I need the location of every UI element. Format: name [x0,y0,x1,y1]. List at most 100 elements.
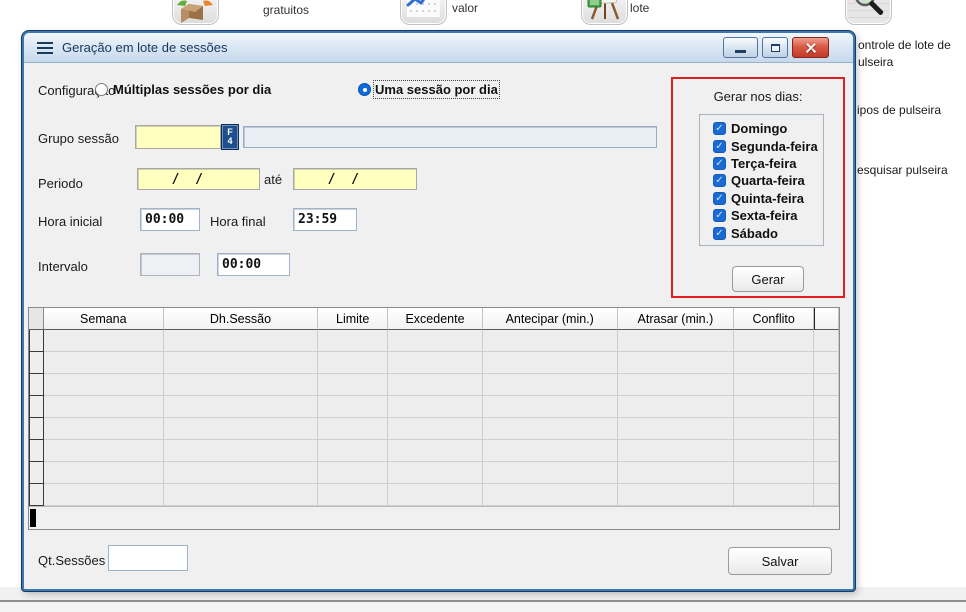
day-checkbox-row[interactable]: ✓Terça-feira [713,155,823,172]
table-cell[interactable] [618,440,735,462]
grid-column-header[interactable]: Dh.Sessão [164,308,319,330]
minimize-button[interactable] [723,37,758,58]
table-cell[interactable] [483,462,618,484]
table-row[interactable] [29,418,839,440]
table-cell[interactable] [388,462,483,484]
day-checkbox-row[interactable]: ✓Quarta-feira [713,172,823,189]
f4-lookup-button[interactable]: F4 [221,124,239,150]
table-cell[interactable] [618,418,735,440]
table-cell[interactable] [44,462,164,484]
table-cell[interactable] [618,330,735,352]
table-cell[interactable] [814,462,839,484]
table-cell[interactable] [164,330,319,352]
table-cell[interactable] [318,440,388,462]
toolbar-label-valor[interactable]: valor [452,1,478,15]
checkbox-checked-icon[interactable]: ✓ [713,227,726,240]
periodo-fim-input[interactable]: / / [293,168,417,190]
row-selector-cell[interactable] [29,374,44,396]
checkbox-checked-icon[interactable]: ✓ [713,174,726,187]
grid-column-header[interactable]: Semana [44,308,164,330]
table-row[interactable] [29,484,839,506]
day-checkbox-row[interactable]: ✓Quinta-feira [713,190,823,207]
table-cell[interactable] [734,418,814,440]
table-cell[interactable] [734,484,814,506]
checkbox-checked-icon[interactable]: ✓ [713,192,726,205]
table-cell[interactable] [814,396,839,418]
checkbox-checked-icon[interactable]: ✓ [713,157,726,170]
periodo-inicio-input[interactable]: / / [137,168,260,190]
table-cell[interactable] [388,418,483,440]
table-cell[interactable] [318,352,388,374]
grid-column-header[interactable]: Limite [318,308,388,330]
toolbar-label-lote[interactable]: lote [630,1,649,15]
hora-inicial-input[interactable]: 00:00 [140,208,200,231]
table-cell[interactable] [814,484,839,506]
table-cell[interactable] [483,374,618,396]
batch-toolbar-button[interactable] [581,0,628,25]
table-cell[interactable] [483,418,618,440]
table-cell[interactable] [734,440,814,462]
salvar-button[interactable]: Salvar [728,547,832,575]
day-checkbox-row[interactable]: ✓Domingo [713,120,823,137]
grid-column-header[interactable]: Excedente [388,308,483,330]
table-cell[interactable] [164,418,319,440]
table-cell[interactable] [164,374,319,396]
table-cell[interactable] [164,352,319,374]
table-row[interactable] [29,462,839,484]
table-cell[interactable] [734,374,814,396]
table-cell[interactable] [44,396,164,418]
table-cell[interactable] [618,374,735,396]
table-cell[interactable] [814,440,839,462]
table-cell[interactable] [318,484,388,506]
table-cell[interactable] [814,352,839,374]
table-cell[interactable] [618,484,735,506]
table-cell[interactable] [318,462,388,484]
hora-final-input[interactable]: 23:59 [293,208,357,231]
table-row[interactable] [29,330,839,352]
table-cell[interactable] [483,396,618,418]
table-cell[interactable] [388,374,483,396]
table-cell[interactable] [44,330,164,352]
intervalo-input[interactable] [140,253,200,276]
row-selector-cell[interactable] [29,484,44,506]
row-selector-cell[interactable] [29,330,44,352]
table-cell[interactable] [44,484,164,506]
radio-multiplas-label[interactable]: Múltiplas sessões por dia [113,82,271,97]
radio-uma-label[interactable]: Uma sessão por dia [375,82,498,97]
table-cell[interactable] [734,330,814,352]
table-cell[interactable] [318,330,388,352]
checkbox-checked-icon[interactable]: ✓ [713,140,726,153]
table-cell[interactable] [618,462,735,484]
table-cell[interactable] [44,374,164,396]
table-cell[interactable] [318,396,388,418]
grid-column-header[interactable]: Antecipar (min.) [483,308,618,330]
dialog-titlebar[interactable]: Geração em lote de sessões [24,33,853,63]
table-cell[interactable] [164,440,319,462]
grupo-sessao-descricao[interactable] [243,126,657,148]
day-checkbox-row[interactable]: ✓Sexta-feira [713,207,823,224]
table-cell[interactable] [164,462,319,484]
table-cell[interactable] [814,374,839,396]
row-selector-cell[interactable] [29,352,44,374]
system-menu-icon[interactable] [37,42,53,54]
grid-extra-header[interactable] [814,308,839,330]
table-cell[interactable] [734,462,814,484]
table-cell[interactable] [388,352,483,374]
intervalo-tempo-input[interactable]: 00:00 [217,253,290,276]
grupo-sessao-input[interactable] [135,125,221,149]
grid-selector-header[interactable] [29,308,44,330]
table-cell[interactable] [618,352,735,374]
table-cell[interactable] [734,352,814,374]
checkbox-checked-icon[interactable]: ✓ [713,122,726,135]
table-cell[interactable] [44,418,164,440]
grid-column-header[interactable]: Atrasar (min.) [618,308,735,330]
table-row[interactable] [29,374,839,396]
row-selector-cell[interactable] [29,396,44,418]
table-cell[interactable] [388,440,483,462]
table-row[interactable] [29,352,839,374]
radio-multiplas-sessoes[interactable] [95,83,108,96]
checkbox-checked-icon[interactable]: ✓ [713,209,726,222]
restore-button[interactable] [762,37,788,58]
table-cell[interactable] [483,352,618,374]
free-sessions-toolbar-button[interactable] [172,0,219,25]
